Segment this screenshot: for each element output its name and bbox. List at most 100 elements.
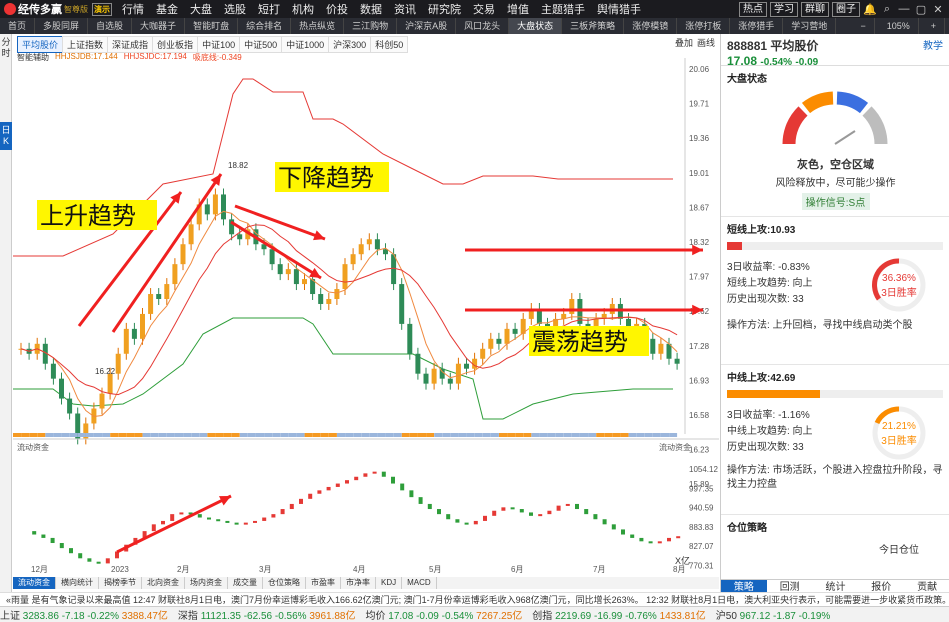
page-tab[interactable]: 风口龙头 <box>456 18 510 34</box>
indicator-tab[interactable]: MACD <box>402 577 437 589</box>
bell-icon[interactable]: 🔔 <box>863 3 877 16</box>
page-tab[interactable]: 涨停模镜 <box>624 18 678 34</box>
indicator-tab[interactable]: 流动资金 <box>13 577 56 589</box>
tab-intraday[interactable]: 分时 <box>0 34 12 62</box>
page-tab[interactable]: 大盘状态 <box>509 18 563 34</box>
menu-item[interactable]: 大盘 <box>184 1 218 17</box>
page-tab[interactable]: 涨停打板 <box>677 18 731 34</box>
flow-bar <box>299 498 303 504</box>
index-status-bar: 上证 3283.86 -7.18 -0.22% 3388.47亿 深指 11121… <box>0 606 949 622</box>
flow-label: 流动资金 <box>17 442 49 452</box>
signal-strip <box>126 433 135 437</box>
menu-item[interactable]: 基金 <box>150 1 184 17</box>
page-tab[interactable]: 热点纵览 <box>291 18 345 34</box>
candle-body <box>140 313 145 339</box>
price-tick: 19.36 <box>689 134 710 143</box>
flow-bar <box>234 522 239 525</box>
flow-bar <box>657 541 662 544</box>
menu-item[interactable]: 主题猎手 <box>535 1 591 17</box>
zoom-out-icon[interactable]: − <box>852 18 875 34</box>
close-icon[interactable]: ✕ <box>931 3 945 16</box>
menu-item[interactable]: 选股 <box>218 1 252 17</box>
page-tab[interactable]: 大咖器子 <box>132 18 186 34</box>
market-state-title: 大盘状态 <box>727 74 767 85</box>
circle-button[interactable]: 圈子 <box>832 1 860 17</box>
signal-strip <box>328 433 337 437</box>
menu-item[interactable]: 行情 <box>116 1 150 17</box>
indicator-tab[interactable]: 仓位策略 <box>263 577 306 589</box>
candle-body <box>366 239 372 245</box>
menu-item[interactable]: 短打 <box>252 1 286 17</box>
signal-strip <box>620 433 629 437</box>
index-name: 创指 <box>532 611 556 622</box>
flow-bar <box>538 514 543 517</box>
maximize-icon[interactable]: ▢ <box>914 3 928 16</box>
hot-button[interactable]: 热点 <box>739 1 767 17</box>
page-tab[interactable]: 自选股 <box>88 18 133 34</box>
mid-bar <box>727 390 943 398</box>
page-tab[interactable]: 三江购物 <box>344 18 398 34</box>
candle-body <box>374 239 380 250</box>
candle-body <box>399 284 405 324</box>
learn-button[interactable]: 学习 <box>770 1 798 17</box>
zoom-in-icon[interactable]: + <box>923 18 945 34</box>
indicator-tab[interactable]: KDJ <box>376 577 403 589</box>
menu-item[interactable]: 增值 <box>501 1 535 17</box>
stock-name: 平均股价 <box>770 39 819 53</box>
page-tab[interactable]: 智能盯盘 <box>185 18 239 34</box>
indicator-tab[interactable]: 场内资金 <box>185 577 228 589</box>
signal-strip <box>77 433 86 437</box>
candle-body <box>131 328 137 339</box>
price-tick: 17.28 <box>689 342 710 351</box>
month-tick: 2月 <box>177 565 189 574</box>
page-tab[interactable]: 综合排名 <box>238 18 292 34</box>
page-tab[interactable]: 首页 <box>0 18 36 34</box>
minimize-icon[interactable]: — <box>897 3 911 15</box>
flow-bar <box>50 537 55 544</box>
menu-item[interactable]: 价投 <box>320 1 354 17</box>
candle-body <box>342 264 348 290</box>
flow-bar <box>575 503 579 510</box>
candle-body <box>67 398 73 414</box>
menu-item[interactable]: 研究院 <box>422 1 467 17</box>
page-tab[interactable]: 多股同屏 <box>35 18 89 34</box>
flow-bar <box>510 507 515 510</box>
indicator-tab[interactable]: 北向资金 <box>142 577 185 589</box>
teach-link[interactable]: 教学 <box>923 37 943 52</box>
indicator-tab[interactable]: 市净率 <box>341 577 376 589</box>
flow-bar <box>87 558 92 562</box>
indicator-tab[interactable]: 揭榜季节 <box>99 577 142 589</box>
indicator-tab[interactable]: 成交量 <box>228 577 263 589</box>
menu-item[interactable]: 资讯 <box>388 1 422 17</box>
app-name: 经传多赢 <box>18 4 62 16</box>
search-icon[interactable]: ⌕ <box>880 3 894 16</box>
candle-body <box>496 338 502 344</box>
signal-strip <box>499 433 507 437</box>
month-tick: 6月 <box>511 565 523 574</box>
signal-strip <box>337 433 345 437</box>
candle-body <box>658 343 664 354</box>
flow-bar <box>59 543 64 549</box>
page-tab[interactable]: 沪深京A股 <box>397 18 457 34</box>
signal-strip <box>239 433 248 437</box>
menu-item[interactable]: 数据 <box>354 1 388 17</box>
menu-item[interactable]: 舆情猎手 <box>591 1 647 17</box>
indicator-tab[interactable]: 市盈率 <box>306 577 341 589</box>
candle-body <box>674 358 680 364</box>
flow-bar <box>529 512 533 516</box>
tab-daily-k[interactable]: 日K <box>0 122 12 150</box>
page-tab[interactable]: 三板斧策略 <box>562 18 625 34</box>
page-tab[interactable]: 涨停猎手 <box>730 18 784 34</box>
signal-strip <box>434 433 443 437</box>
chat-button[interactable]: 群聊 <box>801 1 829 17</box>
signal-strip <box>490 433 499 437</box>
page-tab[interactable]: 学习营地 <box>783 18 837 34</box>
mid-win-pct: 21.21% <box>882 421 916 432</box>
index-amount: 7267.25亿 <box>476 611 523 622</box>
candle-body <box>439 368 445 379</box>
menu-item[interactable]: 机构 <box>286 1 320 17</box>
indicator-tab[interactable]: 横向统计 <box>56 577 99 589</box>
month-tick: 5月 <box>429 565 441 574</box>
signal-strip <box>247 433 256 437</box>
menu-item[interactable]: 交易 <box>467 1 501 17</box>
